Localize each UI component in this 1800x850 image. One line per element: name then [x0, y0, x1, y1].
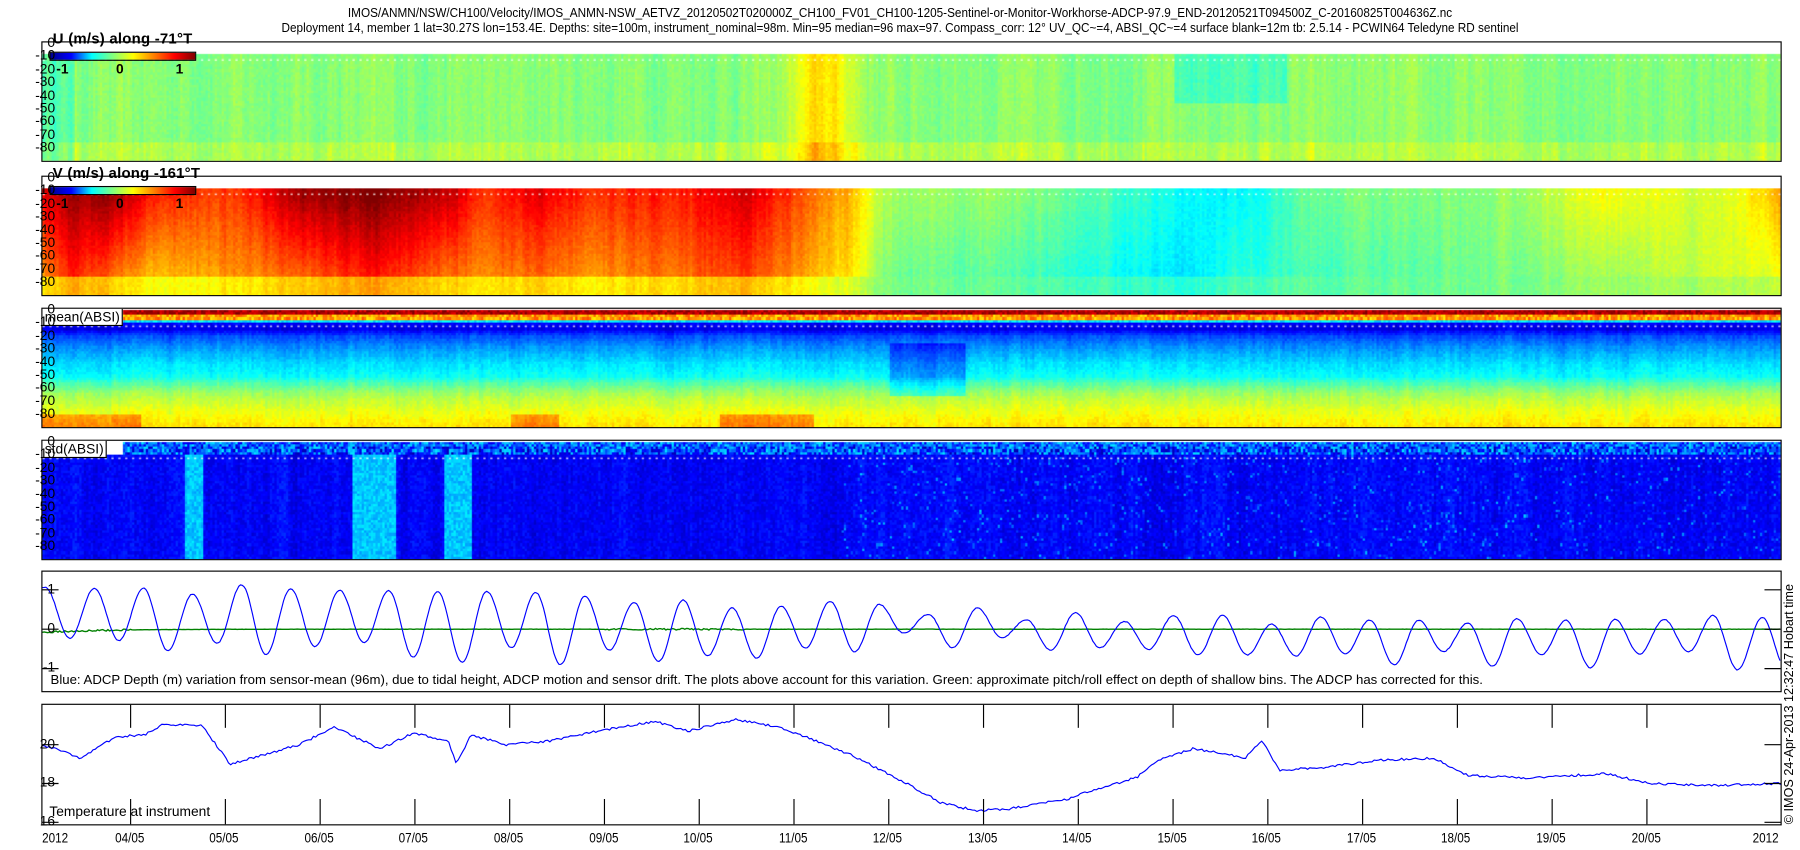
- v-colorbar-tick: -1: [56, 195, 69, 212]
- x-tick-label: 14/05: [1062, 830, 1092, 847]
- u-colorbar-tick: 0: [115, 60, 124, 77]
- x-tick-label: 07/05: [399, 830, 429, 847]
- x-tick-label: 08/05: [493, 830, 524, 847]
- v-panel-title: V (m/s) along -161°T: [52, 164, 201, 182]
- x-tick-label: 18/05: [1441, 830, 1471, 847]
- x-tick-label: 2012: [1752, 830, 1779, 847]
- v-colorbar-tick: 0: [115, 195, 124, 212]
- figure-title-line1: IMOS/ANMN/NSW/CH100/Velocity/IMOS_ANMN-N…: [347, 6, 1453, 21]
- x-tick-label: 04/05: [114, 830, 145, 847]
- x-tick-label: 13/05: [967, 830, 998, 847]
- x-tick-label: 15/05: [1157, 830, 1187, 847]
- v-velocity-heatmap: [42, 176, 1781, 296]
- temperature-panel: Temperature at instrument: [41, 703, 1782, 826]
- x-tick-label: 09/05: [588, 830, 618, 847]
- temperature-label: Temperature at instrument: [49, 803, 211, 820]
- mean-absi-panel: mean(ABSI): [41, 307, 1782, 429]
- depth-tick-label: -80: [35, 273, 56, 290]
- copyright-timestamp: © IMOS 24-Apr-2013 12:32:47 Hobart time: [1782, 584, 1797, 825]
- figure: IMOS/ANMN/NSW/CH100/Velocity/IMOS_ANMN-N…: [0, 0, 1800, 850]
- figure-title-line2: Deployment 14, member 1 lat=30.27S lon=1…: [281, 21, 1519, 36]
- x-tick-label: 05/05: [209, 830, 239, 847]
- depth-variation-line: [42, 584, 1781, 671]
- x-tick-label: 10/05: [683, 830, 713, 847]
- v-colorbar: [49, 185, 197, 196]
- u-colorbar-tick: -1: [56, 60, 69, 77]
- y-tick-label: 18: [39, 774, 56, 791]
- depth-tick-label: -80: [35, 537, 56, 554]
- depth-variation-panel: Blue: ADCP Depth (m) variation from sens…: [41, 570, 1782, 693]
- u-panel-title: U (m/s) along -71°T: [52, 29, 193, 48]
- x-tick-label: 19/05: [1536, 830, 1566, 847]
- x-tick-label: 17/05: [1346, 830, 1377, 847]
- depth-tick-label: -80: [35, 405, 56, 422]
- y-tick-label: -1: [42, 659, 56, 676]
- u-velocity-heatmap: [42, 42, 1781, 161]
- x-tick-label: 11/05: [778, 830, 808, 847]
- x-tick-label: 20/05: [1631, 830, 1661, 847]
- y-tick-label: 20: [39, 735, 56, 752]
- y-tick-label: 0: [47, 620, 56, 637]
- temperature-plot: [42, 704, 1781, 825]
- temperature-line: [42, 717, 1781, 813]
- x-tick-label: 06/05: [304, 830, 334, 847]
- depth-tick-label: -80: [35, 139, 56, 156]
- x-tick-label: 12/05: [872, 830, 903, 847]
- depth-variation-note: Blue: ADCP Depth (m) variation from sens…: [50, 673, 1483, 688]
- std-absi-heatmap: [42, 440, 1781, 560]
- x-tick-label: 2012: [42, 830, 69, 847]
- u-colorbar: [49, 51, 197, 61]
- v-colorbar-tick: 1: [175, 195, 184, 212]
- u-velocity-panel: U (m/s) along -71°T -1 0 1: [41, 30, 1782, 162]
- x-tick-label: 16/05: [1252, 830, 1282, 847]
- y-tick-label: 1: [47, 580, 56, 597]
- std-absi-panel: std(ABSI): [41, 439, 1782, 561]
- y-tick-label: 16: [39, 813, 56, 830]
- u-colorbar-tick: 1: [175, 60, 184, 77]
- mean-absi-heatmap: [42, 308, 1781, 428]
- v-velocity-panel: V (m/s) along -161°T -1 0 1: [41, 164, 1782, 297]
